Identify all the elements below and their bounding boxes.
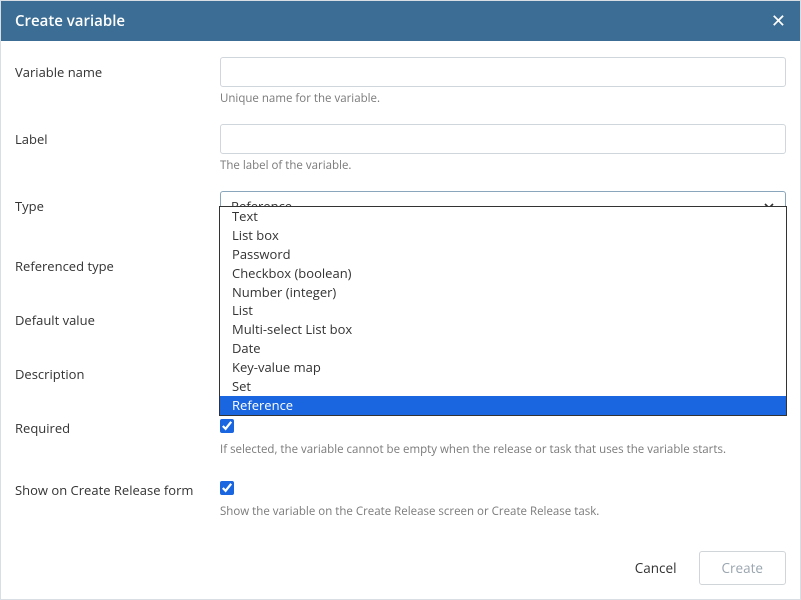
row-label: Label The label of the variable. [15,124,786,173]
type-option[interactable]: Multi-select List box [220,320,786,339]
row-variable-name: Variable name Unique name for the variab… [15,57,786,106]
row-required: Required If selected, the variable canno… [15,413,786,457]
label-type: Type [15,191,220,215]
show-on-form-checkbox[interactable] [220,481,234,495]
dialog-footer: Cancel Create [1,537,800,599]
help-required: If selected, the variable cannot be empt… [220,442,786,457]
type-option[interactable]: List box [220,226,786,245]
help-label: The label of the variable. [220,158,786,173]
label-description: Description [15,359,220,383]
type-option[interactable]: Date [220,339,786,358]
type-option[interactable]: Password [220,245,786,264]
close-icon[interactable]: ✕ [771,12,786,30]
type-option[interactable]: Checkbox (boolean) [220,264,786,283]
required-checkbox[interactable] [220,419,234,433]
type-dropdown[interactable]: Text List box Password Checkbox (boolean… [219,206,787,416]
cancel-button[interactable]: Cancel [631,553,681,583]
type-option[interactable]: Number (integer) [220,283,786,302]
dialog-body: Variable name Unique name for the variab… [1,41,800,519]
type-option[interactable]: Key-value map [220,358,786,377]
label-label-field: Label [15,124,220,148]
help-variable-name: Unique name for the variable. [220,91,786,106]
create-variable-dialog: Create variable ✕ Variable name Unique n… [0,0,801,600]
label-required: Required [15,413,220,437]
type-option[interactable]: List [220,301,786,320]
label-input[interactable] [220,124,786,154]
type-option[interactable]: Text [220,207,786,226]
dialog-title: Create variable [15,11,125,31]
type-option[interactable]: Reference [220,396,786,415]
label-referenced-type: Referenced type [15,251,220,275]
label-default-value: Default value [15,305,220,329]
label-show-on-form: Show on Create Release form [15,475,220,499]
label-variable-name: Variable name [15,57,220,81]
type-option[interactable]: Set [220,377,786,396]
variable-name-input[interactable] [220,57,786,87]
create-button[interactable]: Create [699,551,787,585]
row-show-on-form: Show on Create Release form Show the var… [15,475,786,519]
help-show-on-form: Show the variable on the Create Release … [220,504,786,519]
dialog-header: Create variable ✕ [1,1,800,41]
